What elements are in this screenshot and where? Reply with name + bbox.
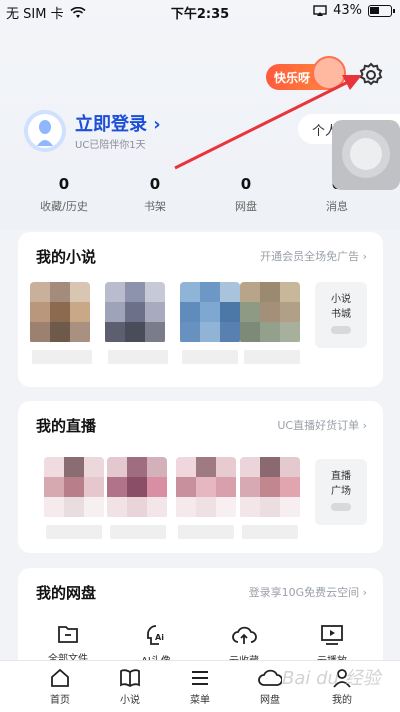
novel-title-blur <box>108 350 168 364</box>
stat-netdisk[interactable]: 0 网盘 <box>206 175 286 214</box>
book-icon <box>120 669 140 688</box>
novel-cover[interactable] <box>105 282 165 344</box>
live-title-blur <box>110 525 166 539</box>
novel-title-blur <box>182 350 238 364</box>
stat-label: 网盘 <box>235 200 257 213</box>
login-link[interactable]: 立即登录 › <box>75 110 161 136</box>
avatar[interactable] <box>24 110 66 152</box>
free-space-link[interactable]: 登录享10G免费云空间 › <box>249 584 367 600</box>
card-title: 我的直播 <box>36 417 97 435</box>
pig-mascot-icon <box>312 56 346 90</box>
tab-label: 网盘 <box>260 695 280 706</box>
stat-count: 0 <box>58 175 70 193</box>
novel-cover[interactable] <box>30 282 90 344</box>
live-plaza-tile[interactable]: 直播广场 <box>315 459 367 525</box>
novel-bookstore-tile[interactable]: 小说书城 <box>315 282 367 348</box>
live-thumbnail[interactable] <box>240 457 300 519</box>
card-title: 我的网盘 <box>36 584 97 602</box>
novel-cover[interactable] <box>240 282 300 344</box>
vip-link[interactable]: 开通会员全场免广告 › <box>260 248 367 264</box>
folder-icon <box>58 626 78 643</box>
side-tile-label: 小说书城 <box>331 294 351 320</box>
home-icon <box>51 668 69 687</box>
status-right: 43% <box>313 3 395 18</box>
novel-title-blur <box>244 350 300 364</box>
promo-label: 快乐呀 <box>274 70 311 85</box>
svg-text:Ai: Ai <box>155 633 164 642</box>
tab-label: 菜单 <box>190 695 210 706</box>
video-play-icon <box>321 625 343 645</box>
login-subtitle: UC已陪伴你1天 <box>75 140 146 151</box>
login-title: 立即登录 <box>75 114 147 135</box>
login-chevron-icon: › <box>153 114 161 135</box>
side-tile-label: 直播广场 <box>331 471 351 497</box>
tab-novels[interactable]: 小说 <box>100 667 160 706</box>
live-thumbnail[interactable] <box>44 457 104 519</box>
live-orders-link[interactable]: UC直播好货订单 › <box>277 417 367 433</box>
tab-home[interactable]: 首页 <box>30 667 90 706</box>
battery-icon <box>368 4 395 17</box>
live-title-blur <box>242 525 298 539</box>
watermark-text: Bai du 经验 <box>282 668 381 689</box>
battery-percent: 43% <box>333 3 362 18</box>
status-bar: 无 SIM 卡 下午2:35 43% <box>0 0 400 22</box>
live-thumbnail[interactable] <box>176 457 236 519</box>
settings-gear-icon[interactable] <box>358 62 384 88</box>
stat-count: 0 <box>240 175 252 193</box>
default-avatar-icon <box>24 110 66 152</box>
stat-bookshelf[interactable]: 0 书架 <box>115 175 195 214</box>
novel-cover[interactable] <box>180 282 240 344</box>
card-title: 我的小说 <box>36 248 97 266</box>
live-title-blur <box>178 525 234 539</box>
more-pill-icon <box>331 326 351 334</box>
more-pill-icon <box>331 503 351 511</box>
disk-tool-all-files[interactable]: 全部文件 <box>38 624 98 665</box>
stat-label: 书架 <box>144 200 166 213</box>
stat-label: 消息 <box>326 200 348 213</box>
cloud-icon <box>258 669 282 686</box>
stat-label: 收藏/历史 <box>40 200 88 213</box>
stat-favorites-history[interactable]: 0 收藏/历史 <box>24 175 104 214</box>
assistive-touch-button[interactable] <box>332 120 400 190</box>
live-title-blur <box>46 525 102 539</box>
promo-badge[interactable]: 快乐呀 <box>266 56 346 90</box>
screen-mirror-icon <box>313 4 327 16</box>
menu-icon <box>192 671 208 685</box>
tab-menu[interactable]: 菜单 <box>170 667 230 706</box>
my-novels-card: 我的小说 开通会员全场免广告 › 小说书城 <box>18 232 383 387</box>
cloud-upload-icon <box>232 626 257 644</box>
tab-label: 我的 <box>332 695 352 706</box>
tab-label: 首页 <box>50 695 70 706</box>
tab-label: 小说 <box>120 695 140 706</box>
ai-head-icon: Ai <box>147 625 164 645</box>
my-live-card: 我的直播 UC直播好货订单 › 直播广场 <box>18 401 383 553</box>
stat-count: 0 <box>149 175 161 193</box>
novel-title-blur <box>32 350 92 364</box>
live-thumbnail[interactable] <box>107 457 167 519</box>
